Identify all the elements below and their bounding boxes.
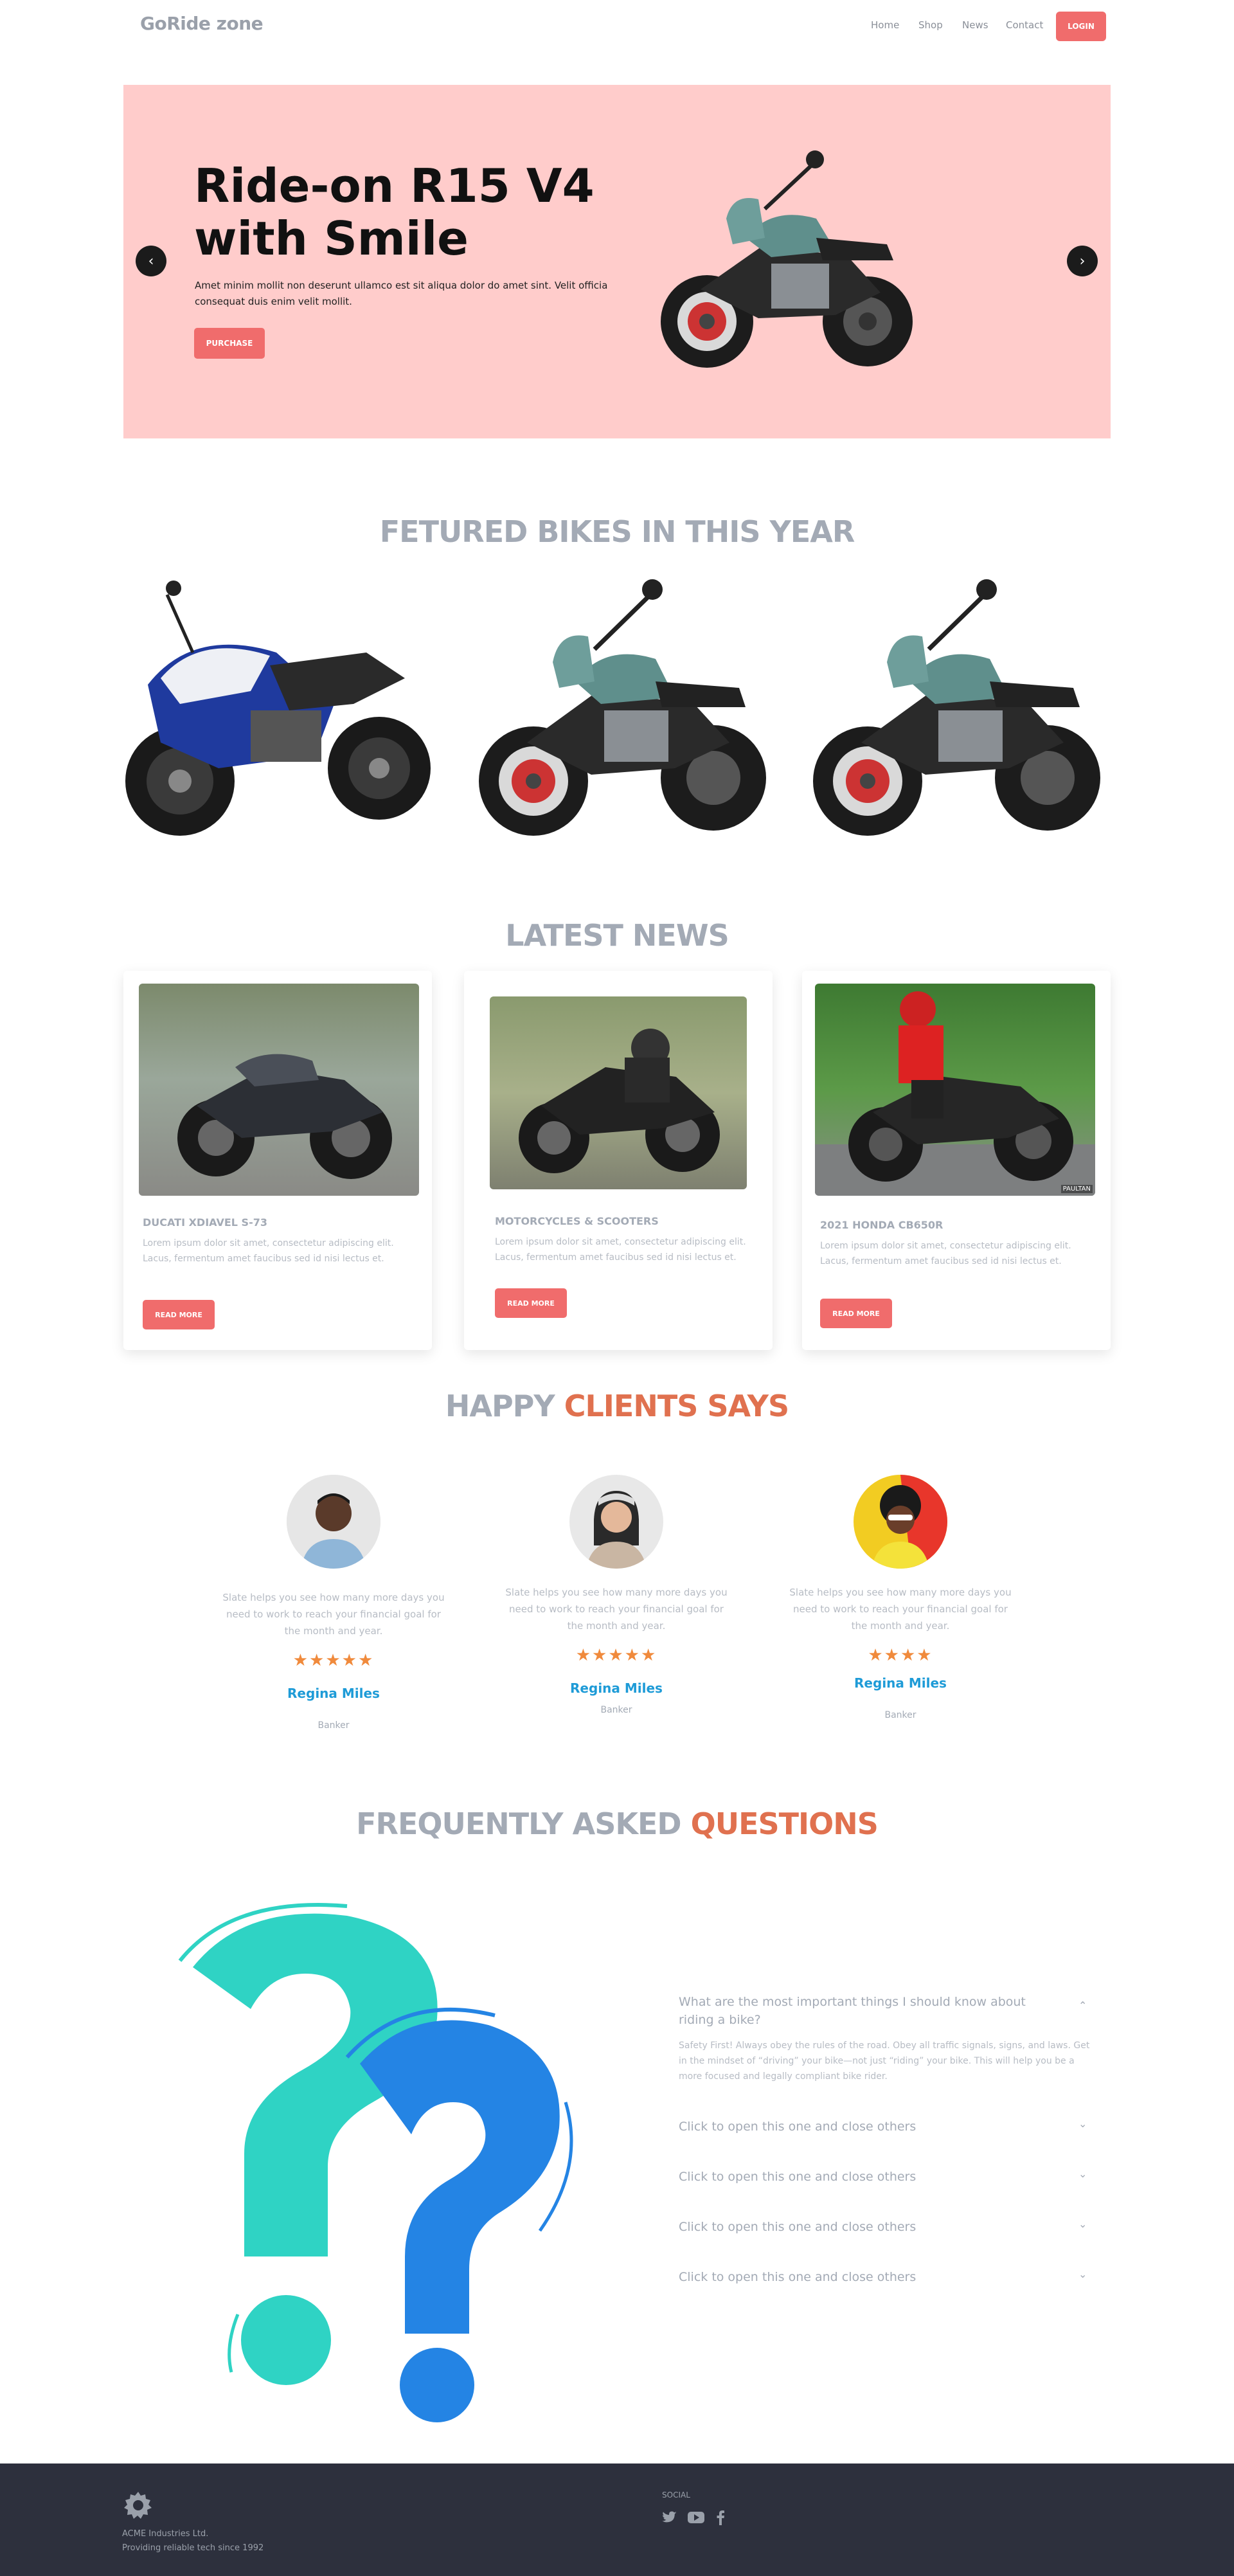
hero-bike-image [661, 150, 913, 368]
news-card-title[interactable]: DUCATI XDIAVEL S-73 [143, 1216, 267, 1229]
chevron-down-icon[interactable]: ⌄ [1078, 2118, 1087, 2130]
footer-social-label: SOCIAL [662, 2490, 690, 2499]
read-more-button[interactable]: READ MORE [495, 1288, 567, 1318]
featured-title: FETURED BIKES IN THIS YEAR [379, 514, 855, 549]
news-title: LATEST NEWS [505, 918, 729, 953]
faq-item[interactable]: Click to open this one and close others … [679, 2218, 1090, 2237]
testimonial-text: Slate helps you see how many more days y… [505, 1587, 728, 1632]
chevron-down-icon[interactable]: ⌄ [1078, 2168, 1087, 2180]
testimonials-title-accent: CLIENTS SAYS [564, 1389, 789, 1423]
faq-title-accent: QUESTIONS [690, 1806, 879, 1841]
faq-question[interactable]: Click to open this one and close others [679, 2270, 916, 2284]
nav-link-shop[interactable]: Shop [918, 19, 943, 31]
testimonial-name[interactable]: Regina Miles [788, 1675, 1013, 1691]
faq-title-plain: FREQUENTLY ASKED [356, 1806, 681, 1841]
image-watermark: PAULTAN [1060, 1185, 1093, 1193]
testimonial-role: Banker [600, 1705, 632, 1715]
news-image[interactable] [490, 996, 747, 1189]
carousel-prev-button[interactable]: ‹ [136, 246, 166, 276]
testimonial-text: Slate helps you see how many more days y… [222, 1592, 445, 1637]
chevron-down-icon[interactable]: ⌄ [1078, 2218, 1087, 2230]
news-image[interactable] [139, 984, 419, 1196]
nav-link-contact[interactable]: Contact [1006, 19, 1043, 31]
chevron-left-icon: ‹ [148, 253, 154, 269]
testimonial-name[interactable]: Regina Miles [504, 1680, 729, 1696]
faq-item[interactable]: Click to open this one and close others … [679, 2118, 1090, 2137]
faq-title: FREQUENTLY ASKED QUESTIONS [0, 1806, 1234, 1841]
hero-text: Amet minim mollit non deserunt ullamco e… [195, 280, 608, 307]
chevron-right-icon: › [1079, 253, 1086, 269]
carousel-next-button[interactable]: › [1067, 246, 1098, 276]
hero-title: Ride-on R15 V4 with Smile [194, 159, 595, 266]
faq-item[interactable]: Click to open this one and close others … [679, 2168, 1090, 2187]
testimonials-title-plain: HAPPY [445, 1389, 555, 1423]
rating-stars: ★★★★★ [575, 1646, 657, 1665]
footer-tagline: Providing reliable tech since 1992 [122, 2543, 264, 2553]
footer-company: ACME Industries Ltd. [122, 2529, 209, 2539]
featured-bike-yamaha[interactable] [122, 575, 443, 845]
testimonial-role: Banker [884, 1710, 917, 1720]
site-logo[interactable]: GoRide zone [140, 13, 264, 34]
news-card[interactable]: PAULTAN 2021 HONDA CB650R Lorem ipsum do… [802, 971, 1111, 1350]
testimonial-name[interactable]: Regina Miles [221, 1686, 446, 1701]
testimonials-title: HAPPY CLIENTS SAYS [0, 1389, 1234, 1423]
read-more-button[interactable]: READ MORE [820, 1299, 892, 1328]
faq-answer: Safety First! Always obey the rules of t… [679, 2040, 1090, 2082]
facebook-icon[interactable] [716, 2510, 725, 2525]
featured-bike-green-2[interactable] [803, 575, 1112, 845]
faq-item[interactable]: Click to open this one and close others … [679, 2268, 1090, 2287]
testimonial-text: Slate helps you see how many more days y… [789, 1587, 1012, 1632]
faq-question[interactable]: Click to open this one and close others [679, 2170, 916, 2184]
faq-question[interactable]: Click to open this one and close others [679, 2120, 916, 2134]
news-image[interactable]: PAULTAN [815, 984, 1095, 1196]
faq-question[interactable]: What are the most important things I sho… [679, 1993, 1051, 2029]
twitter-icon[interactable] [662, 2511, 677, 2524]
news-card-text: Lorem ipsum dolor sit amet, consectetur … [820, 1241, 1071, 1266]
news-card[interactable]: DUCATI XDIAVEL S-73 Lorem ipsum dolor si… [123, 971, 432, 1350]
chevron-up-icon[interactable]: ⌃ [1078, 1999, 1087, 2012]
avatar [569, 1475, 663, 1569]
chevron-down-icon[interactable]: ⌄ [1078, 2268, 1087, 2280]
question-mark-illustration [178, 1903, 573, 2422]
purchase-button[interactable]: PURCHASE [194, 328, 265, 359]
avatar [287, 1475, 380, 1569]
testimonial-role: Banker [317, 1720, 350, 1731]
login-button[interactable]: LOGIN [1056, 12, 1106, 41]
faq-question[interactable]: Click to open this one and close others [679, 2220, 916, 2234]
news-card[interactable]: MOTORCYCLES & SCOOTERS Lorem ipsum dolor… [464, 971, 773, 1350]
avatar [854, 1475, 947, 1569]
news-card-text: Lorem ipsum dolor sit amet, consectetur … [495, 1237, 746, 1263]
rating-stars: ★★★★★ [292, 1651, 375, 1670]
news-card-text: Lorem ipsum dolor sit amet, consectetur … [143, 1238, 394, 1264]
faq-item-open[interactable]: What are the most important things I sho… [679, 1993, 1090, 2084]
footer [0, 2463, 1234, 2576]
gear-logo-icon [124, 2492, 152, 2519]
nav-link-home[interactable]: Home [871, 19, 899, 31]
news-card-title[interactable]: 2021 HONDA CB650R [820, 1219, 943, 1231]
featured-bike-green-1[interactable] [469, 575, 778, 845]
read-more-button[interactable]: READ MORE [143, 1300, 215, 1329]
news-card-title[interactable]: MOTORCYCLES & SCOOTERS [495, 1215, 659, 1227]
youtube-icon[interactable] [688, 2511, 704, 2524]
nav-link-news[interactable]: News [962, 19, 988, 31]
rating-stars: ★★★★ [868, 1646, 933, 1665]
